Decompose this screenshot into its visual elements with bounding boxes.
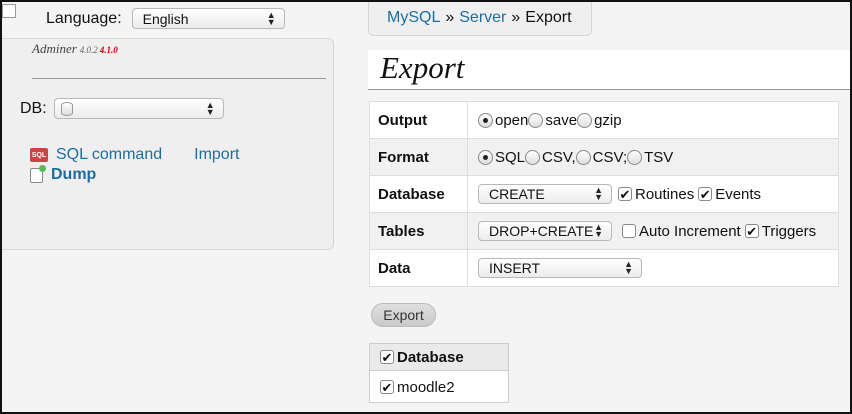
language-row: Language: English ▲ ▼: [46, 8, 285, 29]
events-label: Events: [715, 185, 762, 203]
export-button[interactable]: Export: [371, 303, 436, 327]
db-row: DB: ▲ ▼: [20, 98, 224, 119]
output-label: Output: [369, 101, 468, 139]
breadcrumb: MySQL » Server » Export: [368, 0, 592, 36]
export-options-table: Output open save gzip Format SQL CSV, CS…: [369, 101, 839, 287]
select-all-databases-checkbox[interactable]: ✔: [380, 350, 394, 364]
import-link[interactable]: Import: [194, 146, 239, 164]
output-gzip-label: gzip: [594, 111, 622, 129]
auto-increment-label: Auto Increment: [639, 222, 741, 240]
select-arrows-icon: ▲ ▼: [594, 222, 603, 239]
select-arrows-icon: ▲ ▼: [594, 185, 603, 202]
data-mode-select[interactable]: INSERT ▲ ▼: [478, 258, 642, 278]
format-csv-comma-label: CSV,: [542, 148, 576, 166]
language-label: Language:: [46, 9, 122, 27]
events-checkbox[interactable]: ✔: [698, 187, 713, 201]
dump-icon: [30, 164, 46, 183]
tables-label: Tables: [369, 212, 468, 250]
db-label: DB:: [20, 99, 47, 117]
database-mode-select[interactable]: CREATE ▲ ▼: [478, 184, 612, 204]
select-arrows-icon: ▲ ▼: [624, 259, 633, 276]
tables-mode-select[interactable]: DROP+CREATE ▲ ▼: [478, 221, 612, 241]
format-csv-semicolon-radio[interactable]: [575, 149, 591, 165]
dump-row: Dump: [30, 164, 96, 184]
list-item: ✔ moodle2: [370, 371, 508, 403]
page-title: Export: [368, 50, 852, 90]
breadcrumb-current: Export: [525, 8, 572, 26]
breadcrumb-separator: »: [445, 8, 455, 26]
sidebar-panel: [0, 38, 334, 250]
sidebar-divider: [32, 78, 326, 79]
output-open-label: open: [495, 111, 529, 129]
tables-mode-value: DROP+CREATE: [489, 223, 594, 239]
app-name[interactable]: Adminer: [32, 41, 77, 56]
output-save-label: save: [545, 111, 578, 129]
format-label: Format: [369, 138, 468, 176]
format-sql-label: SQL: [495, 148, 526, 166]
tables-row: Tables DROP+CREATE ▲ ▼ Auto Increment ✔ Tr…: [369, 212, 839, 250]
data-label: Data: [369, 249, 468, 287]
data-mode-value: INSERT: [489, 260, 541, 276]
version-number: 4.0.2: [79, 45, 98, 55]
format-csv-comma-radio[interactable]: [525, 149, 541, 165]
output-row: Output open save gzip: [369, 101, 839, 139]
data-row: Data INSERT ▲ ▼: [369, 249, 839, 287]
database-checkbox[interactable]: ✔: [380, 380, 394, 394]
app-version: Adminer 4.0.2 4.1.0: [32, 41, 118, 57]
select-arrows-icon: ▲ ▼: [205, 99, 215, 117]
database-row: Database CREATE ▲ ▼ ✔ Routines ✔ Events: [369, 175, 839, 213]
output-open-radio[interactable]: [478, 112, 493, 128]
select-arrows-icon: ▲ ▼: [266, 9, 276, 27]
routines-label: Routines: [635, 185, 695, 203]
db-select[interactable]: ▲ ▼: [53, 98, 224, 119]
sql-command-row: SQL SQL command Import: [30, 146, 239, 164]
format-tsv-label: TSV: [644, 148, 674, 166]
format-row: Format SQL CSV, CSV; TSV: [369, 138, 839, 176]
output-gzip-radio[interactable]: [577, 112, 593, 128]
window-corner-icon: [2, 4, 16, 18]
language-select[interactable]: English ▲ ▼: [131, 8, 285, 29]
routines-checkbox[interactable]: ✔: [618, 187, 632, 201]
database-list-header: ✔ Database: [370, 344, 508, 371]
output-save-radio[interactable]: [528, 112, 544, 128]
database-list: ✔ Database ✔ moodle2: [369, 343, 509, 403]
database-name: moodle2: [397, 378, 455, 396]
triggers-label: Triggers: [761, 222, 817, 240]
triggers-checkbox[interactable]: ✔: [744, 224, 759, 238]
database-icon: [60, 101, 73, 116]
format-csv-semicolon-label: CSV;: [592, 148, 628, 166]
format-sql-radio[interactable]: [478, 149, 493, 165]
sql-command-link[interactable]: SQL command: [56, 146, 162, 164]
database-label: Database: [369, 175, 468, 213]
format-tsv-radio[interactable]: [627, 149, 643, 165]
dump-link[interactable]: Dump: [51, 166, 96, 184]
auto-increment-checkbox[interactable]: [622, 224, 636, 238]
sql-icon: SQL: [30, 148, 48, 162]
database-list-header-label: Database: [397, 348, 464, 366]
breadcrumb-mysql-link[interactable]: MySQL: [387, 9, 440, 27]
new-version-link[interactable]: 4.1.0: [100, 45, 118, 55]
database-mode-value: CREATE: [489, 186, 545, 202]
breadcrumb-separator: »: [511, 8, 521, 26]
breadcrumb-server-link[interactable]: Server: [459, 9, 506, 27]
language-select-value: English: [142, 10, 189, 27]
